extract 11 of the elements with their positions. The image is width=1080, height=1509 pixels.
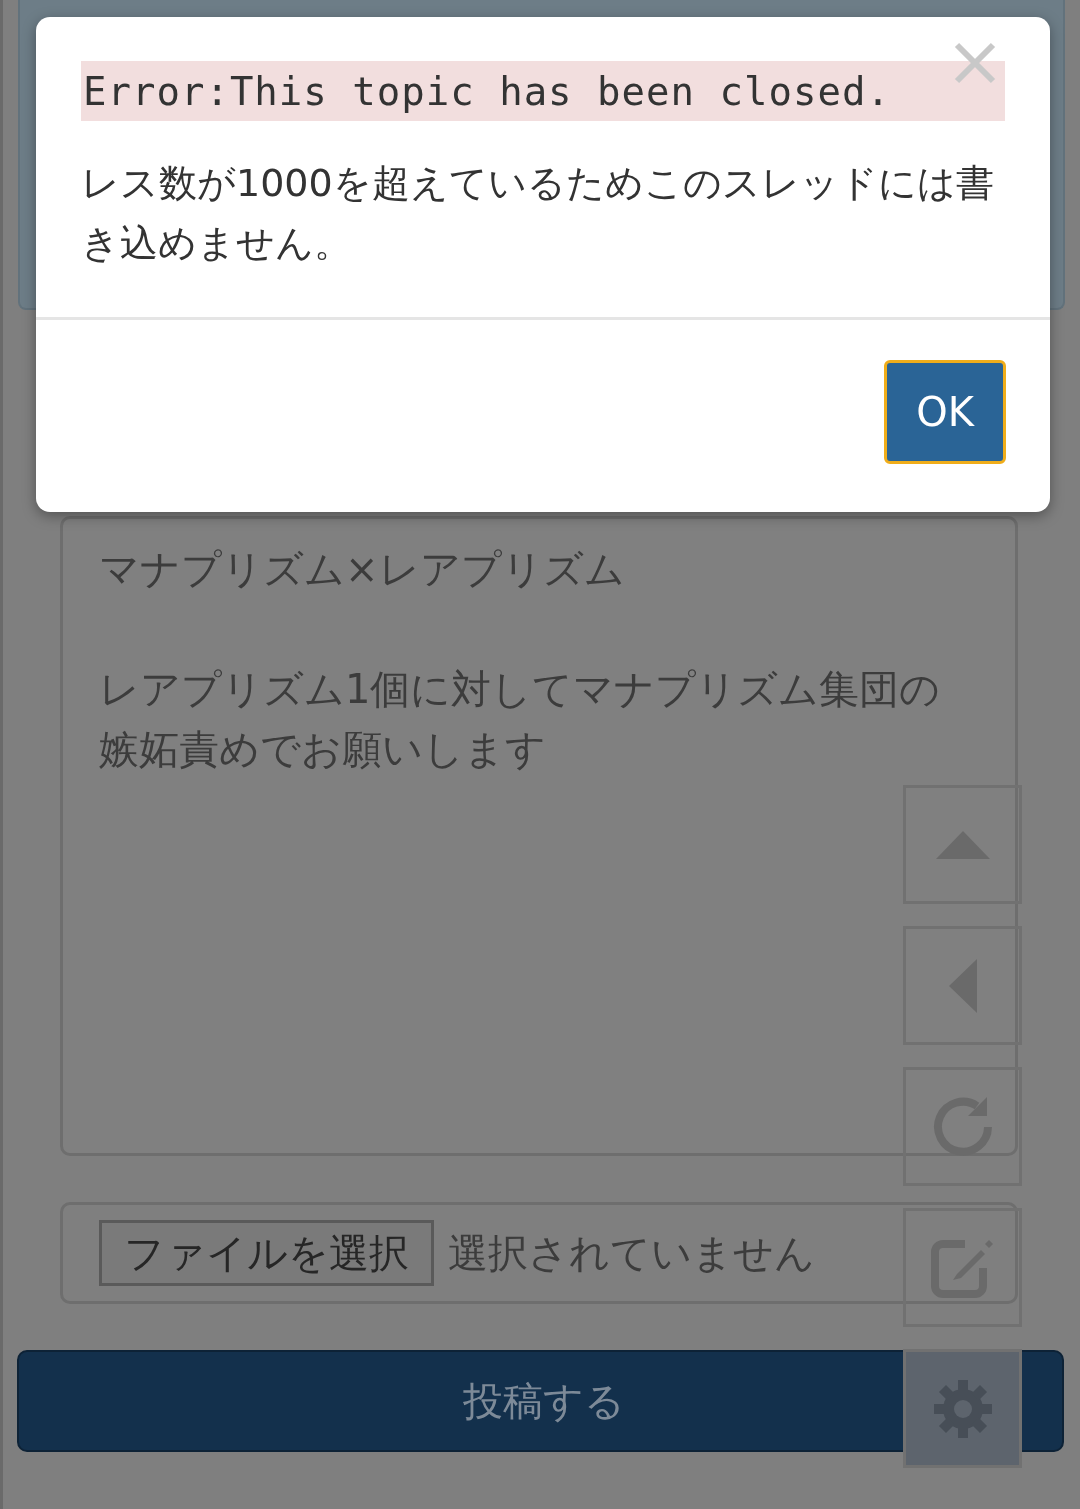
- message-text: レアプリズム1個に対してマナプリズム集団の嫉妬責めでお願いします: [99, 665, 942, 774]
- message-text: マナプリズム×レアプリズム: [99, 545, 626, 594]
- dialog-message: レス数が1000を超えているためこのスレッドには書き込めません。: [81, 160, 995, 267]
- file-status: 選択されていません: [448, 1228, 815, 1278]
- close-icon[interactable]: [954, 42, 996, 84]
- ok-button[interactable]: OK: [884, 360, 1006, 464]
- error-message: Error:This topic has been closed.: [81, 61, 1005, 121]
- choose-file-button[interactable]: ファイルを選択: [99, 1220, 434, 1286]
- settings-button[interactable]: [903, 1349, 1022, 1468]
- message-field[interactable]: マナプリズム×レアプリズム レアプリズム1個に対してマナプリズム集団の嫉妬責めでお願いします: [60, 516, 1018, 1156]
- file-field[interactable]: ファイルを選択 選択されていません: [60, 1202, 1018, 1304]
